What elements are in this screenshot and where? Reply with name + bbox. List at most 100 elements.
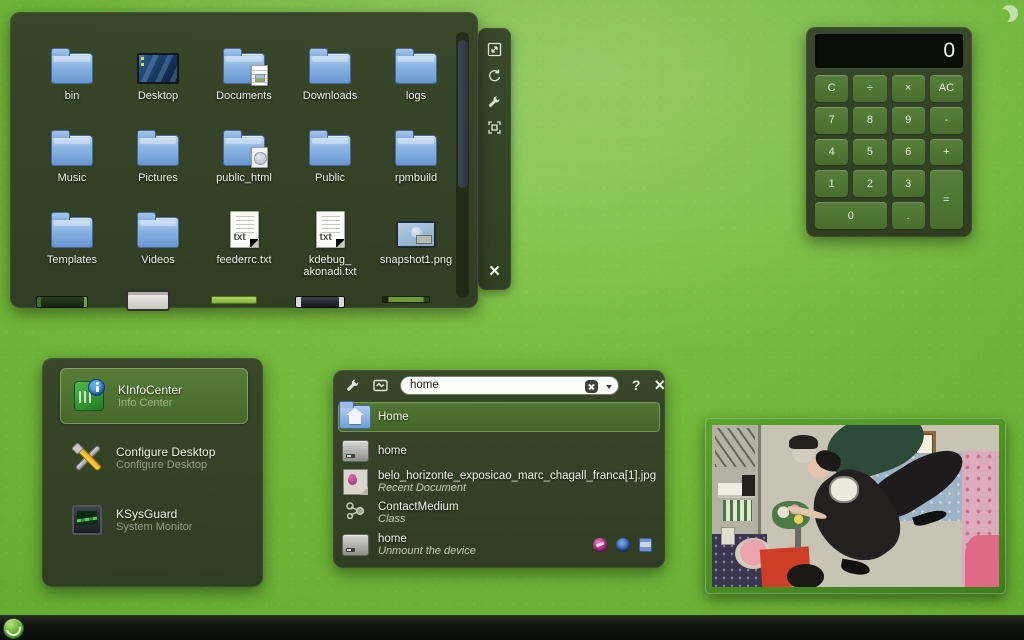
calc-button-9[interactable]: 9 [891,106,925,134]
folder-icon [51,212,93,248]
folder-item-label: Desktop [137,90,179,102]
result-subtitle: Recent Document [378,482,467,494]
folder-view-item[interactable]: txt feederrc.txt [202,202,286,266]
launcher-item-subtitle: Configure Desktop [116,459,208,471]
browse-icon[interactable] [616,538,630,552]
unmount-icon[interactable] [593,538,607,552]
calc-button-dot[interactable]: . [891,202,925,229]
photo-frame-widget [705,418,1006,594]
resize-icon[interactable] [486,40,504,58]
calc-button-ac[interactable]: AC [929,75,963,102]
desktop-icon [137,53,179,84]
folder-view-item[interactable]: public_html [202,120,286,184]
launcher-item-kinfocenter[interactable]: KInfoCenter Info Center [60,368,248,424]
bar-green-preview-icon[interactable] [211,296,257,304]
folder-view-item[interactable]: Music [30,120,114,184]
search-input[interactable] [410,379,580,391]
calc-button-plus[interactable]: + [929,138,963,166]
hard-drive-icon [341,440,369,462]
krunner-result-row[interactable]: Home [338,401,660,432]
panel-black-preview-icon[interactable] [295,296,345,308]
calc-button-1[interactable]: 1 [815,170,849,198]
folder-view-item[interactable]: Downloads [288,38,372,102]
folder-view-item[interactable]: Public [288,120,372,184]
krunner-result-row[interactable]: home Unmount the device [338,528,660,562]
panel-green-preview-icon[interactable] [36,296,88,308]
result-title: belo_horizonte_exposicao_marc_chagall_fr… [378,470,657,482]
close-widget-button[interactable]: × [489,262,500,281]
folder-item-label: bin [64,90,80,102]
folder-icon [309,48,351,84]
wrench-icon[interactable] [345,377,361,393]
launcher-item-configure-desktop[interactable]: Configure Desktop Configure Desktop [50,430,255,486]
folder-icon [395,130,437,166]
folder-view-item[interactable]: Documents [202,38,286,102]
calc-button-c[interactable]: C [815,75,849,102]
calc-button-mul[interactable]: × [891,75,925,102]
results-view-icon[interactable] [373,379,388,392]
taskbar-panel: Run Command <2> 1 08:39 PM [0,615,1024,640]
chevron-down-icon[interactable] [605,384,612,389]
folder-home-icon [339,401,371,429]
calc-button-3[interactable]: 3 [891,170,925,198]
quicklaunch-widget: KInfoCenter Info Center Configure Desktop C… [42,358,263,587]
folder-view-scrollbar[interactable] [456,32,469,298]
maximize-icon[interactable] [486,118,504,136]
folder-item-label: rpmbuild [394,172,438,184]
help-button[interactable]: ? [632,377,641,393]
folder-view-item[interactable]: snapshot1.png [374,202,458,266]
folder-view-item[interactable]: logs [374,38,458,102]
folder-html-icon [223,130,268,168]
launcher-item-subtitle: Info Center [118,397,173,409]
configure-icon[interactable] [486,92,504,110]
folder-item-label: Downloads [302,90,358,102]
calc-button-7[interactable]: 7 [815,106,849,134]
calc-button-div[interactable]: ÷ [853,75,887,102]
result-title: home [378,533,407,545]
device-icon[interactable] [639,538,652,552]
calc-button-eq[interactable]: = [929,170,963,229]
folder-item-label: Templates [46,254,98,266]
calc-button-2[interactable]: 2 [853,170,887,198]
folder-icon [137,130,179,166]
folder-view-item[interactable]: Desktop [116,38,200,102]
scrollbar-thumb[interactable] [457,40,468,188]
close-button[interactable]: × [654,376,665,394]
folder-view-item[interactable]: rpmbuild [374,120,458,184]
calc-button-5[interactable]: 5 [853,138,887,166]
folder-view-item[interactable]: bin [30,38,114,102]
krunner-result-row[interactable]: home [338,436,660,466]
krunner-result-row[interactable]: belo_horizonte_exposicao_marc_chagall_fr… [338,466,660,498]
launcher-item-ksysguard[interactable]: KSysGuard System Monitor [50,492,255,548]
rotate-icon[interactable] [486,66,504,84]
chagall-painting-image [712,425,999,587]
hard-drive-icon [341,534,369,556]
launcher-item-title: KInfoCenter [118,383,183,397]
text-file-icon: txt [229,211,259,248]
krunner-result-row[interactable]: ContactMedium Class [338,498,660,528]
configure-desktop-icon [71,442,103,473]
app-launcher-icon[interactable] [3,618,24,639]
window-preview-icon[interactable] [126,290,170,311]
bar-green-thin-preview-icon[interactable] [382,296,430,303]
folder-item-label: Videos [141,254,175,266]
folder-item-label: kdebug_ akonadi.txt [303,254,357,278]
folder-icon [51,130,93,166]
folder-view-widget: bin Desktop Documents Downloads logs Music Pic… [10,12,478,311]
calc-button-8[interactable]: 8 [853,106,887,134]
folder-view-item[interactable]: txt kdebug_ akonadi.txt [288,202,372,278]
folder-view-item[interactable]: Templates [30,202,114,266]
folder-item-label: Pictures [138,172,178,184]
folder-icon [51,48,93,84]
folder-view-item[interactable]: Videos [116,202,200,266]
calc-button-4[interactable]: 4 [815,138,849,166]
calc-button-0[interactable]: 0 [815,202,887,229]
calc-button-6[interactable]: 6 [891,138,925,166]
result-title: home [378,445,407,457]
desktop-cashew-icon[interactable] [1001,5,1018,22]
folder-icon [137,212,179,248]
calc-button-minus[interactable]: - [929,106,963,134]
launcher-item-title: Configure Desktop [116,445,216,459]
folder-view-item[interactable]: Pictures [116,120,200,184]
clear-search-icon[interactable] [584,379,598,393]
